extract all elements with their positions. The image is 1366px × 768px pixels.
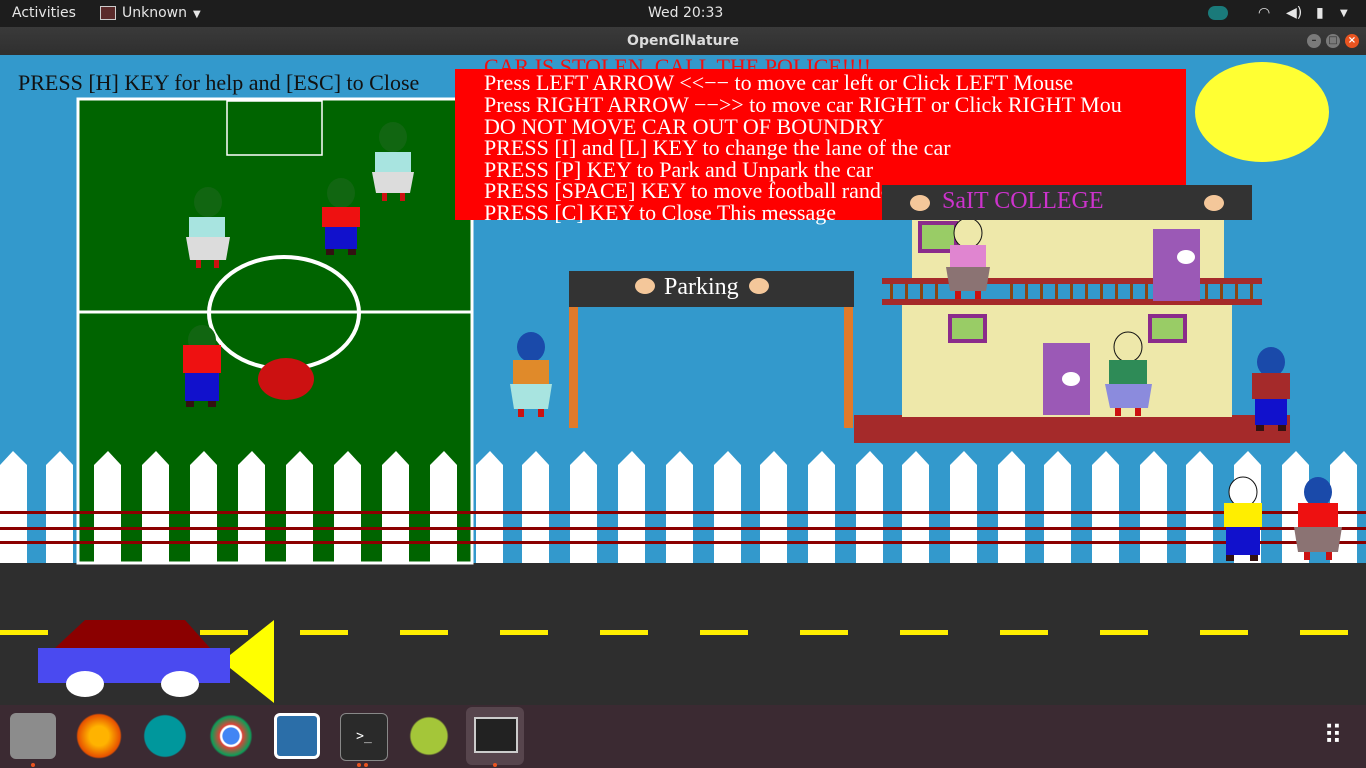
help-line-1: Press LEFT ARROW <<−− to move car left o…	[484, 70, 1074, 95]
sun	[1195, 62, 1329, 162]
football-field	[76, 97, 474, 565]
parking-sign-text: Parking	[664, 274, 739, 300]
help-line-7: PRESS [C] KEY to Close This message	[484, 200, 837, 225]
college-window-left	[948, 314, 987, 343]
chrome-icon[interactable]	[208, 713, 254, 759]
arduino-tray-icon[interactable]	[1208, 0, 1228, 27]
running-indicator	[364, 763, 368, 767]
running-indicator	[357, 763, 361, 767]
parking-lamp-left	[635, 278, 655, 294]
window-title: OpenGlNature	[627, 33, 739, 49]
parking-post-left	[569, 307, 578, 428]
openglnature-icon	[474, 717, 518, 753]
football	[258, 358, 314, 400]
college-sign-lamp-left	[910, 195, 930, 211]
running-indicator	[31, 763, 35, 767]
help-line-2: Press RIGHT ARROW −−>> to move car RIGHT…	[484, 94, 1122, 116]
college-base	[854, 415, 1290, 443]
maximize-button[interactable]: □	[1326, 34, 1340, 48]
help-line-4: PRESS [I] and [L] KEY to change the lane…	[484, 135, 951, 160]
app-menu-icon	[100, 6, 116, 20]
college-window-right	[1148, 314, 1187, 343]
top-bar: Activities Unknown ▼ Wed 20:33 ◠ ◀) ▮ ▼	[0, 0, 1366, 27]
app-grid-icon[interactable]: ⠿	[1310, 713, 1356, 759]
files-icon[interactable]	[10, 713, 56, 759]
stolen-alert: CAR IS STOLEN, CALL THE POLICE!!!!	[484, 56, 872, 70]
game-canvas[interactable]: PRESS [H] KEY for help and [ESC] to Clos…	[0, 55, 1366, 705]
terminal-icon[interactable]: >_	[340, 713, 388, 761]
chevron-down-icon: ▼	[193, 9, 201, 20]
app-menu[interactable]: Unknown ▼	[100, 0, 201, 27]
person-girl-parking	[510, 332, 552, 417]
balcony-railing	[882, 278, 1262, 305]
wifi-icon[interactable]: ◠	[1258, 0, 1270, 27]
help-line-6: PRESS [SPACE] KEY to move football rando…	[484, 180, 882, 202]
running-indicator	[493, 763, 497, 767]
openglnature-dock-item[interactable]	[466, 707, 524, 765]
college-sign: SaIT COLLEGE	[882, 185, 1252, 220]
picket-fence	[0, 451, 1357, 563]
activities-button[interactable]: Activities	[12, 0, 76, 27]
college-sign-lamp-right	[1204, 195, 1224, 211]
window-titlebar[interactable]: OpenGlNature – □ ×	[0, 27, 1366, 55]
car-wheel-rear	[66, 671, 104, 697]
minimize-button[interactable]: –	[1307, 34, 1321, 48]
system-menu-chevron-icon[interactable]: ▼	[1340, 0, 1348, 27]
volume-icon[interactable]: ◀)	[1286, 0, 1302, 27]
college-sign-text: SaIT COLLEGE	[942, 188, 1104, 214]
close-button[interactable]: ×	[1345, 34, 1359, 48]
app-menu-label: Unknown	[122, 5, 187, 21]
person-boy-street	[1224, 476, 1262, 561]
arduino-icon[interactable]	[142, 713, 188, 759]
dock: >_ ⠿	[0, 705, 1366, 768]
college-door-upper	[1153, 229, 1200, 301]
help-hint: PRESS [H] KEY for help and [ESC] to Clos…	[18, 70, 420, 95]
person-boy-field-top	[322, 178, 360, 255]
firefox-icon[interactable]	[76, 713, 122, 759]
person-boy-field-bottom	[183, 325, 221, 407]
battery-icon[interactable]: ▮	[1316, 0, 1324, 27]
college-door-knob-upper	[1177, 250, 1195, 264]
android-studio-icon[interactable]	[406, 713, 452, 759]
car-wheel-front	[161, 671, 199, 697]
help-line-5: PRESS [P] KEY to Park and Unpark the car	[484, 157, 874, 182]
parking-post-right	[844, 307, 853, 428]
person-boy-college-right	[1252, 347, 1290, 431]
parking-lamp-right	[749, 278, 769, 294]
workspace-icon[interactable]	[274, 713, 320, 759]
college-door-knob-lower	[1062, 372, 1080, 386]
clock[interactable]: Wed 20:33	[648, 0, 723, 27]
